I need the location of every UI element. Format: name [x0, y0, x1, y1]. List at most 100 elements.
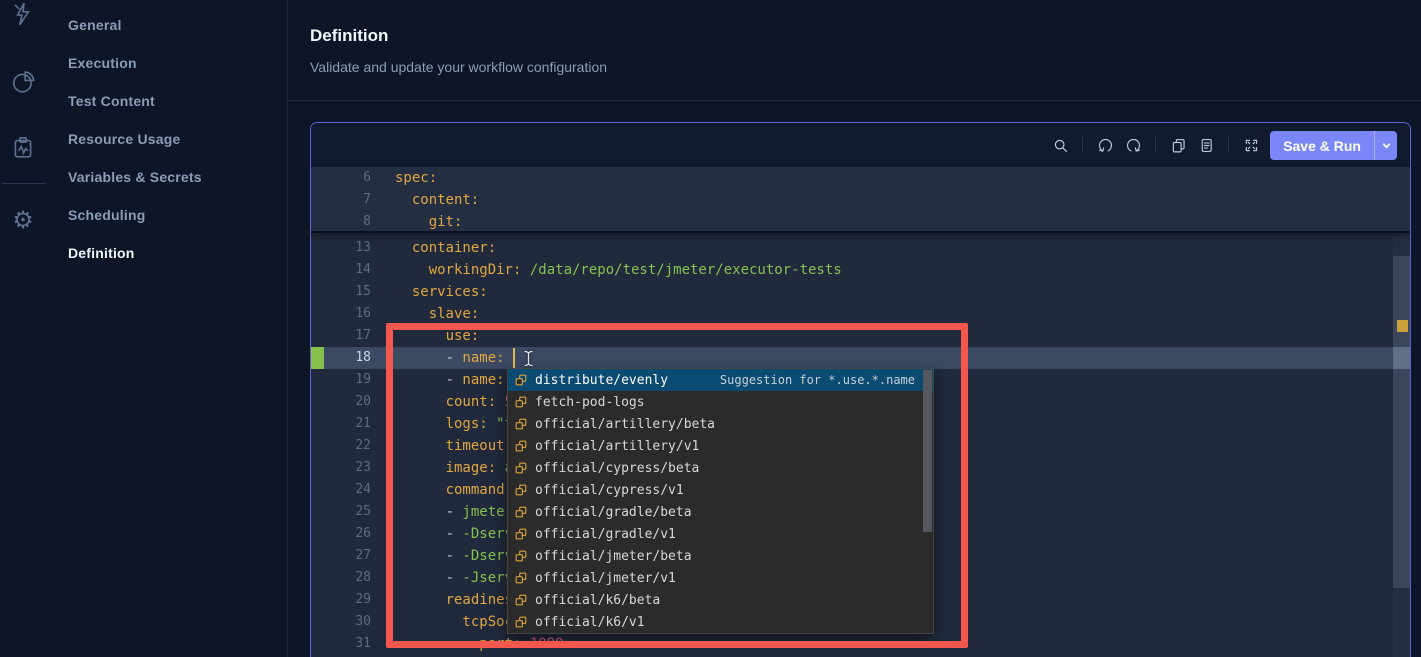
suggestion-item-official-cypress-v1[interactable]: official/cypress/v1 — [508, 479, 933, 501]
reference-icon — [514, 395, 528, 409]
sticky-scroll-lines: 6spec:7content:8git: — [311, 167, 1410, 233]
editor-scrollbar[interactable] — [1393, 167, 1410, 657]
reference-icon — [514, 373, 528, 387]
line-number: 31 — [311, 633, 377, 655]
copy-icon[interactable] — [1164, 131, 1192, 159]
code-line-18[interactable]: 18- name: — [311, 347, 1410, 369]
code-line-6[interactable]: 6spec: — [311, 167, 1410, 189]
toolbar-separator — [1082, 137, 1083, 153]
code-line-14[interactable]: 14workingDir: /data/repo/test/jmeter/exe… — [311, 259, 1410, 281]
page-subtitle: Validate and update your workflow config… — [310, 59, 607, 75]
suggestion-label: official/k6/v1 — [535, 615, 645, 630]
pie-chart-icon[interactable] — [8, 67, 38, 97]
scrollbar-modified-marker — [1397, 320, 1408, 332]
line-number: 21 — [311, 413, 377, 435]
reference-icon — [514, 417, 528, 431]
code-text: content: — [377, 189, 1410, 211]
suggestion-item-distribute-evenly[interactable]: distribute/evenlySuggestion for *.use.*.… — [508, 369, 933, 391]
sidebar-item-test-content[interactable]: Test Content — [47, 82, 287, 120]
dropdown-scrollbar-thumb[interactable] — [923, 370, 932, 532]
search-icon[interactable] — [1046, 131, 1074, 159]
line-number: 29 — [311, 589, 377, 611]
suggestion-item-official-k6-v1[interactable]: official/k6/v1 — [508, 611, 933, 633]
suggestion-label: official/k6/beta — [535, 593, 660, 608]
code-text: container: — [377, 237, 1410, 259]
suggestion-item-official-artillery-v1[interactable]: official/artillery/v1 — [508, 435, 933, 457]
modified-line-marker — [311, 347, 324, 369]
code-line-16[interactable]: 16slave: — [311, 303, 1410, 325]
suggestion-item-official-jmeter-v1[interactable]: official/jmeter/v1 — [508, 567, 933, 589]
save-and-run-button[interactable]: Save & Run — [1270, 131, 1397, 160]
code-editor-area[interactable]: 6spec:7content:8git: 13container:14worki… — [311, 167, 1410, 657]
line-number: 16 — [311, 303, 377, 325]
suggestion-item-fetch-pod-logs[interactable]: fetch-pod-logs — [508, 391, 933, 413]
reference-icon — [514, 571, 528, 585]
line-number: 28 — [311, 567, 377, 589]
sidebar-item-variables-secrets[interactable]: Variables & Secrets — [47, 158, 287, 196]
line-number: 17 — [311, 325, 377, 347]
toolbar-separator — [1155, 137, 1156, 153]
suggestion-label: official/artillery/beta — [535, 417, 715, 432]
page-title: Definition — [310, 26, 388, 46]
line-number: 23 — [311, 457, 377, 479]
reference-icon — [514, 483, 528, 497]
suggestion-item-official-cypress-beta[interactable]: official/cypress/beta — [508, 457, 933, 479]
suggestion-item-official-jmeter-beta[interactable]: official/jmeter/beta — [508, 545, 933, 567]
line-number: 30 — [311, 611, 377, 633]
code-line-31[interactable]: 31port: 1099 — [311, 633, 1410, 655]
line-number: 13 — [311, 237, 377, 259]
code-line-15[interactable]: 15services: — [311, 281, 1410, 303]
suggestion-label: fetch-pod-logs — [535, 395, 645, 410]
code-text: workingDir: /data/repo/test/jmeter/execu… — [377, 259, 1410, 281]
lightning-icon[interactable] — [8, 0, 38, 29]
code-line-7[interactable]: 7content: — [311, 189, 1410, 211]
gear-icon[interactable]: ⚙ — [8, 206, 38, 236]
sidebar-item-general[interactable]: General — [47, 6, 287, 44]
code-text: slave: — [377, 303, 1410, 325]
reference-icon — [514, 461, 528, 475]
suggestion-label: official/gradle/v1 — [535, 527, 676, 542]
autocomplete-dropdown: distribute/evenlySuggestion for *.use.*.… — [507, 368, 934, 634]
sidebar-item-execution[interactable]: Execution — [47, 44, 287, 82]
suggestion-label: official/cypress/beta — [535, 461, 699, 476]
line-number: 26 — [311, 523, 377, 545]
paste-icon[interactable] — [1192, 131, 1220, 159]
app-window: ⚙ GeneralExecutionTest ContentResource U… — [0, 0, 1421, 657]
save-options-chevron[interactable] — [1374, 131, 1397, 160]
line-number: 6 — [311, 167, 377, 189]
suggestion-item-official-k6-beta[interactable]: official/k6/beta — [508, 589, 933, 611]
suggestion-label: official/cypress/v1 — [535, 483, 684, 498]
expand-icon[interactable] — [1237, 131, 1265, 159]
code-line-17[interactable]: 17use: — [311, 325, 1410, 347]
line-number: 27 — [311, 545, 377, 567]
line-number: 20 — [311, 391, 377, 413]
sidebar-item-resource-usage[interactable]: Resource Usage — [47, 120, 287, 158]
code-line-8[interactable]: 8git: — [311, 211, 1410, 233]
sidebar-item-definition[interactable]: Definition — [47, 234, 287, 272]
suggestion-item-official-gradle-v1[interactable]: official/gradle/v1 — [508, 523, 933, 545]
nav-divider — [287, 0, 288, 657]
redo-icon[interactable] — [1119, 131, 1147, 159]
suggestion-label: official/gradle/beta — [535, 505, 692, 520]
rail-divider — [2, 183, 45, 184]
report-icon[interactable] — [8, 132, 38, 162]
suggestion-label: official/artillery/v1 — [535, 439, 699, 454]
editor-toolbar: Save & Run — [311, 123, 1410, 167]
suggestion-item-official-artillery-beta[interactable]: official/artillery/beta — [508, 413, 933, 435]
toolbar-separator — [1228, 137, 1229, 153]
code-text: services: — [377, 281, 1410, 303]
suggestion-hint: Suggestion for *.use.*.name — [720, 373, 933, 387]
reference-icon — [514, 549, 528, 563]
editor-toolbar-icons — [1046, 123, 1282, 167]
line-number: 24 — [311, 479, 377, 501]
code-line-13[interactable]: 13container: — [311, 237, 1410, 259]
reference-icon — [514, 505, 528, 519]
suggestion-item-official-gradle-beta[interactable]: official/gradle/beta — [508, 501, 933, 523]
definition-editor[interactable]: Save & Run 6spec:7content:8git: 13contai… — [310, 122, 1411, 657]
scrollbar-thumb[interactable] — [1393, 256, 1410, 588]
settings-nav: GeneralExecutionTest ContentResource Usa… — [47, 6, 287, 272]
sidebar-item-scheduling[interactable]: Scheduling — [47, 196, 287, 234]
code-text: spec: — [377, 167, 1410, 189]
text-cursor — [513, 348, 515, 368]
undo-icon[interactable] — [1091, 131, 1119, 159]
